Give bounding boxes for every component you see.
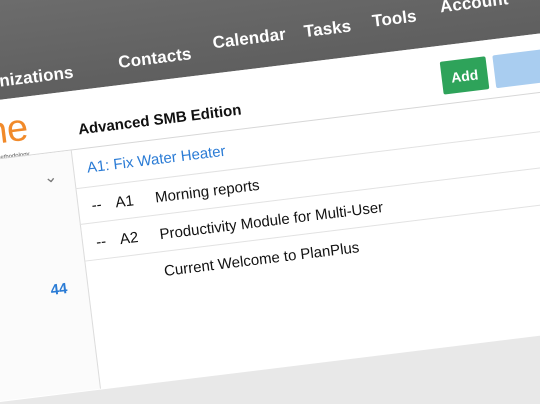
row-label: Current Welcome to PlanPlus — [163, 239, 361, 280]
row-dash: -- — [90, 196, 103, 215]
row-code: A2 — [118, 229, 140, 249]
secondary-button[interactable] — [492, 48, 540, 89]
nav-calendar[interactable]: Calendar — [212, 25, 287, 54]
nav-account[interactable]: Account — [439, 0, 510, 17]
edition-label: Advanced SMB Edition — [77, 101, 243, 139]
chevron-down-icon[interactable]: ⌄ — [43, 166, 59, 187]
task-count[interactable]: 44 — [50, 280, 69, 299]
row-code: A1 — [114, 192, 135, 212]
row-label: Productivity Module for Multi-User — [158, 198, 385, 244]
nav-tasks[interactable]: Tasks — [303, 16, 353, 42]
nav-tools[interactable]: Tools — [371, 6, 418, 31]
nav-contacts[interactable]: Contacts — [117, 44, 192, 73]
nav-organizations[interactable]: anizations — [0, 63, 75, 93]
left-column: ⌄ 44 — [0, 150, 101, 403]
row-label: Morning reports — [154, 176, 261, 207]
row-dash: -- — [95, 232, 108, 252]
app-window: anizations Contacts Calendar Tasks Tools… — [0, 0, 540, 404]
add-button[interactable]: Add — [439, 56, 490, 95]
task-row[interactable]: Current Welcome to PlanPlus — [163, 239, 360, 280]
